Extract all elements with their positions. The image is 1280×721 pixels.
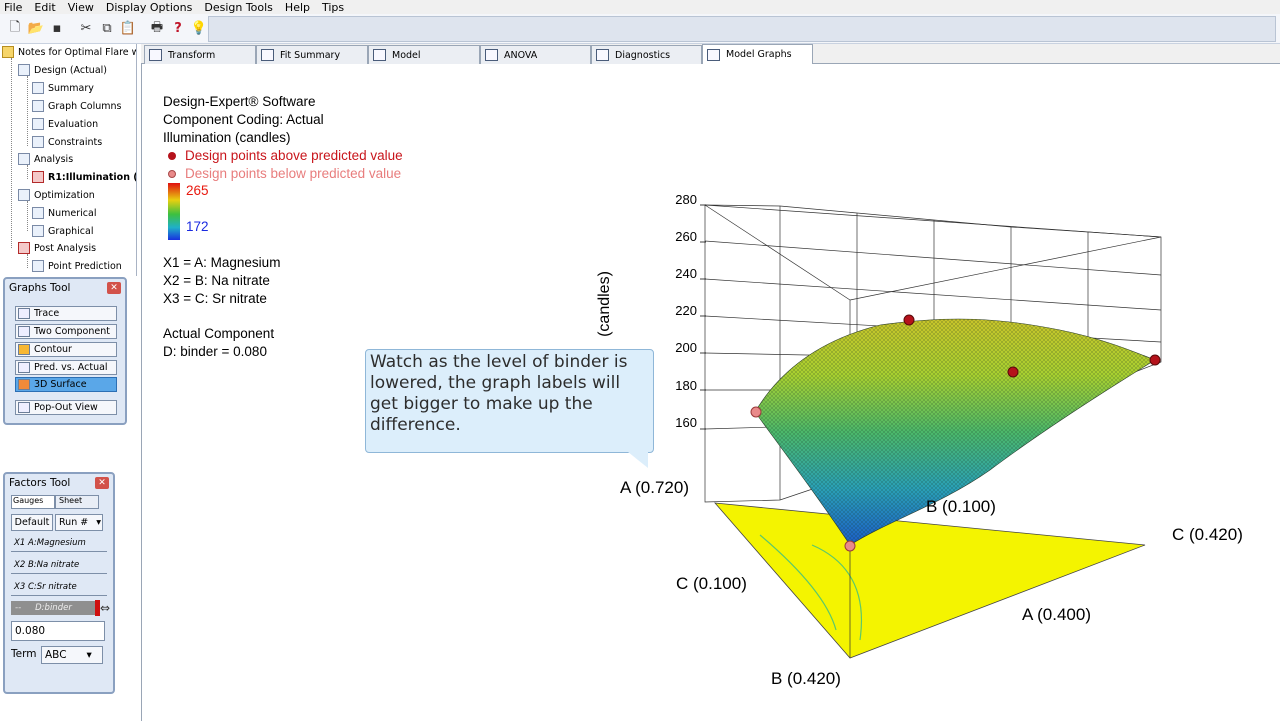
floor-triangle: [714, 502, 1146, 659]
z-tick: 180: [675, 378, 697, 393]
b-top-label: B (0.100): [926, 497, 996, 516]
design-point-above: [1149, 354, 1161, 366]
design-point-below: [844, 540, 856, 552]
a-top-label: A (0.720): [620, 478, 689, 497]
design-point-above: [903, 314, 915, 326]
z-tick: 240: [675, 266, 697, 281]
c-left-label: C (0.100): [676, 574, 747, 593]
z-tick: 160: [675, 415, 697, 430]
z-axis-ticks: 280 260 240 220 200 180 160: [675, 192, 697, 430]
b-bottom-label: B (0.420): [771, 669, 841, 688]
design-point-above: [1007, 366, 1019, 378]
z-tick: 260: [675, 229, 697, 244]
c-right-label: C (0.420): [1172, 525, 1243, 544]
a-right-label: A (0.400): [1022, 605, 1091, 624]
callout-tail: [628, 452, 648, 468]
z-tick: 280: [675, 192, 697, 207]
tip-callout: Watch as the level of binder is lowered,…: [365, 349, 654, 453]
design-point-below: [750, 406, 762, 418]
z-tick: 200: [675, 340, 697, 355]
z-tick: 220: [675, 303, 697, 318]
z-axis-title: (candles): [596, 271, 613, 337]
